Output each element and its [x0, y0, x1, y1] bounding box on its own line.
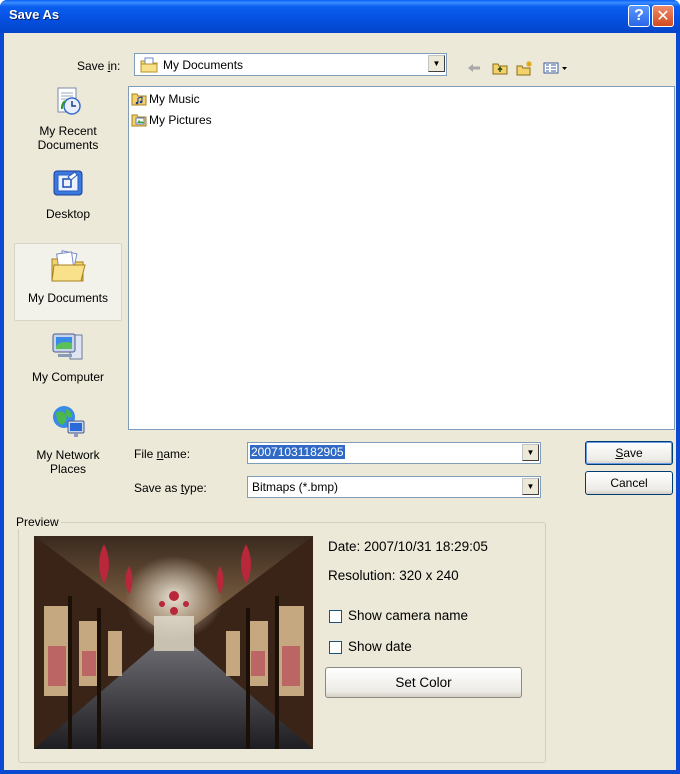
save-in-value: My Documents	[163, 58, 244, 72]
file-name: My Music	[149, 92, 200, 106]
place-label-line1: My Documents	[27, 291, 109, 305]
place-label-line1: My Network	[36, 448, 100, 462]
file-name-label: File name:	[134, 447, 191, 461]
title-bar[interactable]: Save As ? ✕	[0, 0, 680, 33]
set-color-label: Set Color	[395, 675, 452, 690]
list-item[interactable]: My Pictures	[131, 111, 212, 129]
chevron-down-icon: ▼	[526, 482, 535, 491]
save-as-type-dropdown[interactable]: Bitmaps (*.bmp) ▼	[247, 476, 541, 498]
place-label-line1: Desktop	[45, 207, 91, 221]
file-list[interactable]: My Music My Pictures	[128, 86, 675, 430]
dialog-body: Save in: My Documents ▼ My Recent Docume…	[4, 33, 676, 770]
place-my-documents[interactable]: My Documents	[14, 243, 122, 321]
place-my-recent-documents[interactable]: My Recent Documents	[14, 85, 122, 160]
place-my-computer[interactable]: My Computer	[14, 331, 122, 403]
network-places-icon	[14, 403, 122, 444]
cancel-button[interactable]: Cancel	[585, 471, 673, 495]
new-folder-icon[interactable]	[515, 59, 535, 77]
close-button[interactable]: ✕	[652, 5, 674, 27]
preview-date: Date: 2007/10/31 18:29:05	[328, 539, 488, 554]
desktop-icon	[14, 168, 122, 203]
music-folder-icon	[131, 92, 147, 106]
file-name: My Pictures	[149, 113, 212, 127]
my-computer-icon	[14, 331, 122, 366]
save-as-type-dropdown-arrow[interactable]: ▼	[522, 478, 539, 495]
save-in-label: Save in:	[77, 59, 121, 73]
close-icon: ✕	[656, 8, 670, 25]
set-color-button[interactable]: Set Color	[325, 667, 522, 698]
recent-documents-icon	[14, 85, 122, 120]
views-menu-icon[interactable]	[542, 59, 570, 77]
place-desktop[interactable]: Desktop	[14, 168, 122, 228]
place-label-line1: My Computer	[31, 370, 105, 384]
show-date-checkbox[interactable]	[329, 641, 342, 654]
save-as-type-label: Save as type:	[134, 481, 207, 495]
file-name-input[interactable]: 20071031182905 ▼	[247, 442, 541, 464]
save-as-dialog: Save As ? ✕ Save in: My Documents ▼ My R…	[0, 0, 680, 774]
cancel-button-label: Cancel	[610, 476, 648, 490]
place-label-line2: Documents	[37, 138, 99, 152]
place-label-line1: My Recent	[39, 124, 97, 138]
preview-image	[34, 536, 313, 749]
up-folder-icon[interactable]	[490, 59, 510, 77]
preview-legend: Preview	[14, 515, 61, 529]
chevron-down-icon: ▼	[526, 448, 535, 457]
back-arrow-icon[interactable]	[464, 59, 484, 77]
preview-resolution: Resolution: 320 x 240	[328, 568, 459, 583]
file-name-dropdown-arrow[interactable]: ▼	[522, 444, 539, 461]
save-button-label: Save	[615, 446, 643, 460]
place-label-line2: Places	[49, 462, 87, 476]
pictures-folder-icon	[131, 113, 147, 127]
help-icon: ?	[634, 7, 644, 24]
my-documents-icon	[15, 250, 121, 287]
dialog-title: Save As	[9, 7, 60, 22]
show-camera-name-label: Show camera name	[348, 608, 469, 623]
list-item[interactable]: My Music	[131, 90, 200, 108]
place-my-network-places[interactable]: My Network Places	[14, 403, 122, 478]
places-bar: My Recent Documents Desktop My Documents	[14, 83, 122, 478]
file-name-value: 20071031182905	[250, 445, 345, 459]
show-camera-name-checkbox[interactable]	[329, 610, 342, 623]
save-button[interactable]: Save	[585, 441, 673, 465]
help-button[interactable]: ?	[628, 5, 650, 27]
save-in-dropdown[interactable]: My Documents ▼	[134, 53, 447, 76]
chevron-down-icon: ▼	[432, 59, 441, 68]
save-in-dropdown-arrow[interactable]: ▼	[428, 55, 445, 72]
save-as-type-value: Bitmaps (*.bmp)	[252, 480, 339, 494]
show-date-label: Show date	[348, 639, 412, 654]
my-documents-small-icon	[140, 57, 158, 76]
